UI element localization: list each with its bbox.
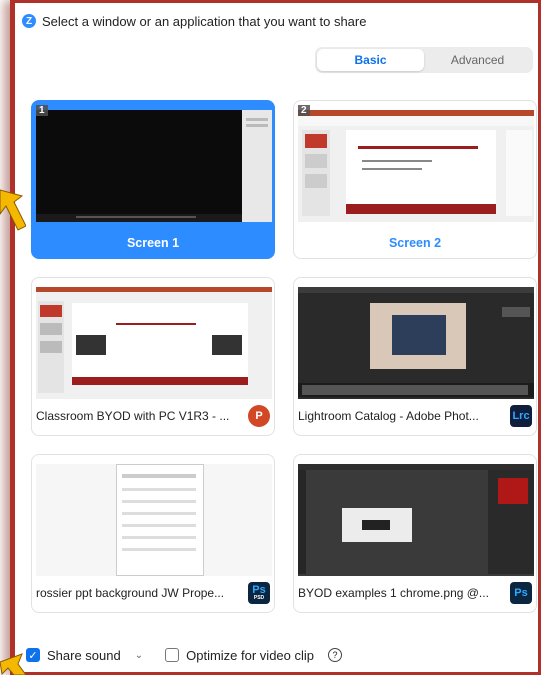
screen-2-thumbnail [298, 110, 534, 222]
photoshop-psd-icon: Ps PSD [248, 582, 270, 604]
help-icon[interactable]: ? [328, 648, 343, 662]
powerpoint-icon: P [248, 405, 270, 427]
tab-basic[interactable]: Basic [317, 49, 424, 71]
photoshop-label: BYOD examples 1 chrome.png @... [298, 586, 489, 600]
powerpoint-label: Classroom BYOD with PC V1R3 - ... [36, 409, 230, 423]
photoshop-label-row: BYOD examples 1 chrome.png @... Ps [298, 582, 532, 604]
share-sound-label[interactable]: Share sound [47, 648, 121, 663]
share-option-powerpoint[interactable]: Classroom BYOD with PC V1R3 - ... P [31, 277, 275, 436]
powerpoint-thumbnail [36, 287, 272, 399]
annotation-arrow-left-icon [0, 189, 26, 231]
share-option-lightroom[interactable]: Lightroom Catalog - Adobe Phot... Lrc [293, 277, 537, 436]
properties-dialog-thumbnail [36, 464, 272, 576]
screen-2-label: Screen 2 [388, 236, 442, 250]
properties-dialog-label: rossier ppt background JW Prope... [36, 586, 225, 600]
share-option-properties-dialog[interactable]: rossier ppt background JW Prope... Ps PS… [31, 454, 275, 613]
screen-number-badge: 1 [36, 105, 48, 116]
screen-1-thumbnail [36, 110, 272, 222]
optimize-video-label[interactable]: Optimize for video clip [186, 648, 314, 663]
photoshop-icon: Ps [510, 582, 532, 604]
annotation-arrow-bottom-icon [0, 653, 26, 675]
share-option-screen-1[interactable]: 1 Screen 1 [31, 100, 275, 259]
lightroom-label: Lightroom Catalog - Adobe Phot... [298, 409, 479, 423]
share-sound-checkbox[interactable]: ✓ [26, 648, 40, 662]
powerpoint-label-row: Classroom BYOD with PC V1R3 - ... P [36, 405, 270, 427]
share-option-photoshop[interactable]: BYOD examples 1 chrome.png @... Ps [293, 454, 537, 613]
lightroom-thumbnail [298, 287, 534, 399]
lightroom-label-row: Lightroom Catalog - Adobe Phot... Lrc [298, 405, 532, 427]
zoom-logo-icon: Z [22, 14, 36, 28]
properties-dialog-label-row: rossier ppt background JW Prope... Ps PS… [36, 582, 270, 604]
tab-advanced[interactable]: Advanced [424, 49, 531, 71]
screen-number-badge: 2 [298, 105, 310, 116]
lightroom-icon: Lrc [510, 405, 532, 427]
photoshop-thumbnail [298, 464, 534, 576]
share-option-screen-2[interactable]: 2 Screen 2 [293, 100, 537, 259]
screen-1-label: Screen 1 [126, 236, 180, 250]
window-titlebar: Z Select a window or an application that… [22, 11, 366, 31]
chevron-down-icon[interactable]: ⌄ [135, 650, 143, 661]
share-options-footer: ✓ Share sound ⌄ Optimize for video clip … [26, 645, 343, 665]
photoshop-psd-icon-sub: PSD [253, 595, 265, 601]
mode-segmented-control: Basic Advanced [315, 47, 533, 73]
window-title: Select a window or an application that y… [42, 13, 367, 29]
optimize-video-checkbox[interactable] [165, 648, 180, 662]
